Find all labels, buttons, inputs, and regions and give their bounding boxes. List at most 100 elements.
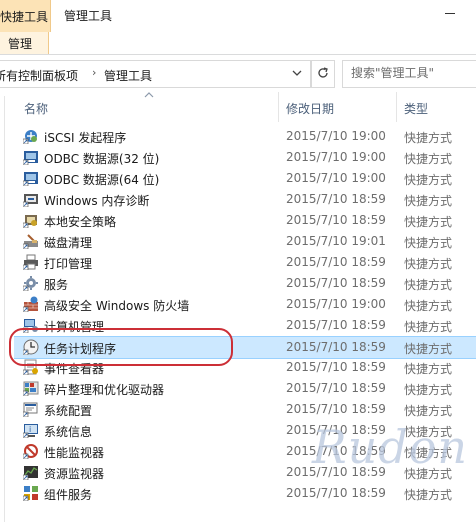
breadcrumb-admin-tools[interactable]: 管理工具 bbox=[104, 67, 152, 84]
item-type: 快捷方式 bbox=[404, 425, 453, 439]
item-date: 2015/7/10 18:59 bbox=[286, 381, 386, 395]
item-name: 本地安全策略 bbox=[44, 215, 117, 229]
printer-icon bbox=[23, 254, 39, 270]
list-item[interactable]: 系统配置 2015/7/10 18:59 快捷方式 bbox=[14, 399, 476, 420]
item-type: 快捷方式 bbox=[404, 446, 453, 460]
sort-ascending-icon bbox=[143, 90, 155, 98]
item-date: 2015/7/10 19:00 bbox=[286, 297, 386, 311]
column-header-date[interactable]: 修改日期 bbox=[286, 100, 334, 117]
system-config-icon bbox=[23, 401, 39, 417]
component-services-icon bbox=[23, 485, 39, 501]
disk-cleanup-icon bbox=[23, 233, 39, 249]
list-item[interactable]: 磁盘清理 2015/7/10 19:01 快捷方式 bbox=[14, 231, 476, 252]
svg-text:i: i bbox=[29, 425, 31, 434]
list-item[interactable]: 事件查看器 2015/7/10 18:59 快捷方式 bbox=[14, 357, 476, 378]
item-name: 高级安全 Windows 防火墙 bbox=[44, 299, 190, 313]
context-tab-label: 快捷工具 bbox=[0, 10, 49, 24]
column-header-name[interactable]: 名称 bbox=[24, 100, 48, 117]
list-item[interactable]: 碎片整理和优化驱动器 2015/7/10 18:59 快捷方式 bbox=[14, 378, 476, 399]
tab-manage-label: 管理 bbox=[8, 37, 33, 51]
column-header-type[interactable]: 类型 bbox=[404, 100, 428, 117]
list-item[interactable]: 性能监视器 2015/7/10 18:59 快捷方式 bbox=[14, 441, 476, 462]
item-date: 2015/7/10 18:59 bbox=[286, 486, 386, 500]
list-item[interactable]: 高级安全 Windows 防火墙 2015/7/10 19:00 快捷方式 bbox=[14, 294, 476, 315]
refresh-button[interactable] bbox=[311, 60, 335, 88]
item-date: 2015/7/10 18:59 bbox=[286, 360, 386, 374]
item-date: 2015/7/10 18:59 bbox=[286, 192, 386, 206]
search-input[interactable] bbox=[343, 61, 476, 85]
services-gear-icon bbox=[23, 275, 39, 291]
ribbon-tab-strip: 管理 bbox=[0, 32, 476, 55]
column-divider[interactable] bbox=[396, 92, 397, 122]
item-name: 打印管理 bbox=[44, 257, 93, 271]
navigation-bar: 所有控制面板项 › 管理工具 bbox=[0, 60, 476, 88]
item-name: 服务 bbox=[44, 278, 69, 292]
column-divider[interactable] bbox=[278, 92, 279, 122]
event-viewer-icon bbox=[23, 359, 39, 375]
item-date: 2015/7/10 18:59 bbox=[286, 318, 386, 332]
list-item[interactable]: i 系统信息 2015/7/10 18:59 快捷方式 bbox=[14, 420, 476, 441]
computer-management-icon bbox=[23, 317, 39, 333]
search-box[interactable] bbox=[342, 60, 476, 88]
address-bar[interactable]: 所有控制面板项 › 管理工具 bbox=[0, 60, 311, 88]
address-dropdown-icon[interactable] bbox=[290, 66, 304, 80]
item-type: 快捷方式 bbox=[404, 467, 453, 481]
item-date: 2015/7/10 18:59 bbox=[286, 255, 386, 269]
item-date: 2015/7/10 18:59 bbox=[286, 276, 386, 290]
performance-monitor-icon bbox=[23, 443, 39, 459]
defrag-icon bbox=[23, 380, 39, 396]
list-item-selected[interactable]: 任务计划程序 2015/7/10 18:59 快捷方式 bbox=[14, 336, 476, 359]
odbc-icon bbox=[23, 170, 39, 186]
item-type: 快捷方式 bbox=[404, 342, 453, 356]
memory-diagnostic-icon bbox=[23, 191, 39, 207]
file-list: 名称 修改日期 类型 iSCSI 发起程序 2015/7/10 19:00 快捷方式… bbox=[0, 90, 476, 522]
item-date: 2015/7/10 19:00 bbox=[286, 171, 386, 185]
breadcrumb-all-control-panel-items[interactable]: 所有控制面板项 bbox=[0, 67, 78, 84]
clock-icon bbox=[23, 339, 39, 355]
item-name: 组件服务 bbox=[44, 488, 93, 502]
item-name: 磁盘清理 bbox=[44, 236, 93, 250]
list-item[interactable]: 本地安全策略 2015/7/10 18:59 快捷方式 bbox=[14, 210, 476, 231]
title-bar: 快捷工具 管理工具 bbox=[0, 0, 476, 32]
iscsi-icon bbox=[23, 128, 39, 144]
tab-manage[interactable]: 管理 bbox=[0, 32, 49, 54]
security-policy-icon bbox=[23, 212, 39, 228]
breadcrumb-separator-icon[interactable]: › bbox=[92, 66, 96, 79]
column-header-row: 名称 修改日期 类型 bbox=[0, 90, 476, 122]
list-item[interactable]: 资源监视器 2015/7/10 18:59 快捷方式 bbox=[14, 462, 476, 483]
list-item[interactable]: iSCSI 发起程序 2015/7/10 19:00 快捷方式 bbox=[14, 126, 476, 147]
item-type: 快捷方式 bbox=[404, 320, 453, 334]
item-date: 2015/7/10 18:59 bbox=[286, 340, 386, 354]
list-item[interactable]: 计算机管理 2015/7/10 18:59 快捷方式 bbox=[14, 315, 476, 336]
item-name: 系统信息 bbox=[44, 425, 93, 439]
list-item[interactable]: 组件服务 2015/7/10 18:59 快捷方式 bbox=[14, 483, 476, 504]
item-date: 2015/7/10 18:59 bbox=[286, 213, 386, 227]
item-name: 事件查看器 bbox=[44, 362, 105, 376]
item-date: 2015/7/10 19:00 bbox=[286, 129, 386, 143]
item-name: ODBC 数据源(32 位) bbox=[44, 152, 160, 166]
item-date: 2015/7/10 18:59 bbox=[286, 402, 386, 416]
item-name: 计算机管理 bbox=[44, 320, 105, 334]
item-name: 资源监视器 bbox=[44, 467, 105, 481]
context-tab-shortcut-tools[interactable]: 快捷工具 bbox=[0, 0, 51, 32]
item-type: 快捷方式 bbox=[404, 152, 453, 166]
item-name: Windows 内存诊断 bbox=[44, 194, 150, 208]
minimize-button[interactable] bbox=[440, 4, 460, 20]
list-item[interactable]: 打印管理 2015/7/10 18:59 快捷方式 bbox=[14, 252, 476, 273]
item-name: iSCSI 发起程序 bbox=[44, 131, 127, 145]
item-type: 快捷方式 bbox=[404, 362, 453, 376]
item-name: 任务计划程序 bbox=[44, 342, 117, 356]
item-date: 2015/7/10 19:00 bbox=[286, 150, 386, 164]
item-type: 快捷方式 bbox=[404, 299, 453, 313]
list-item[interactable]: Windows 内存诊断 2015/7/10 18:59 快捷方式 bbox=[14, 189, 476, 210]
item-type: 快捷方式 bbox=[404, 194, 453, 208]
item-type: 快捷方式 bbox=[404, 488, 453, 502]
odbc-icon bbox=[23, 149, 39, 165]
system-info-icon: i bbox=[23, 422, 39, 438]
refresh-icon bbox=[316, 66, 330, 80]
list-item[interactable]: ODBC 数据源(64 位) 2015/7/10 19:00 快捷方式 bbox=[14, 168, 476, 189]
list-item[interactable]: ODBC 数据源(32 位) 2015/7/10 19:00 快捷方式 bbox=[14, 147, 476, 168]
list-item[interactable]: 服务 2015/7/10 18:59 快捷方式 bbox=[14, 273, 476, 294]
item-type: 快捷方式 bbox=[404, 236, 453, 250]
item-date: 2015/7/10 18:59 bbox=[286, 444, 386, 458]
